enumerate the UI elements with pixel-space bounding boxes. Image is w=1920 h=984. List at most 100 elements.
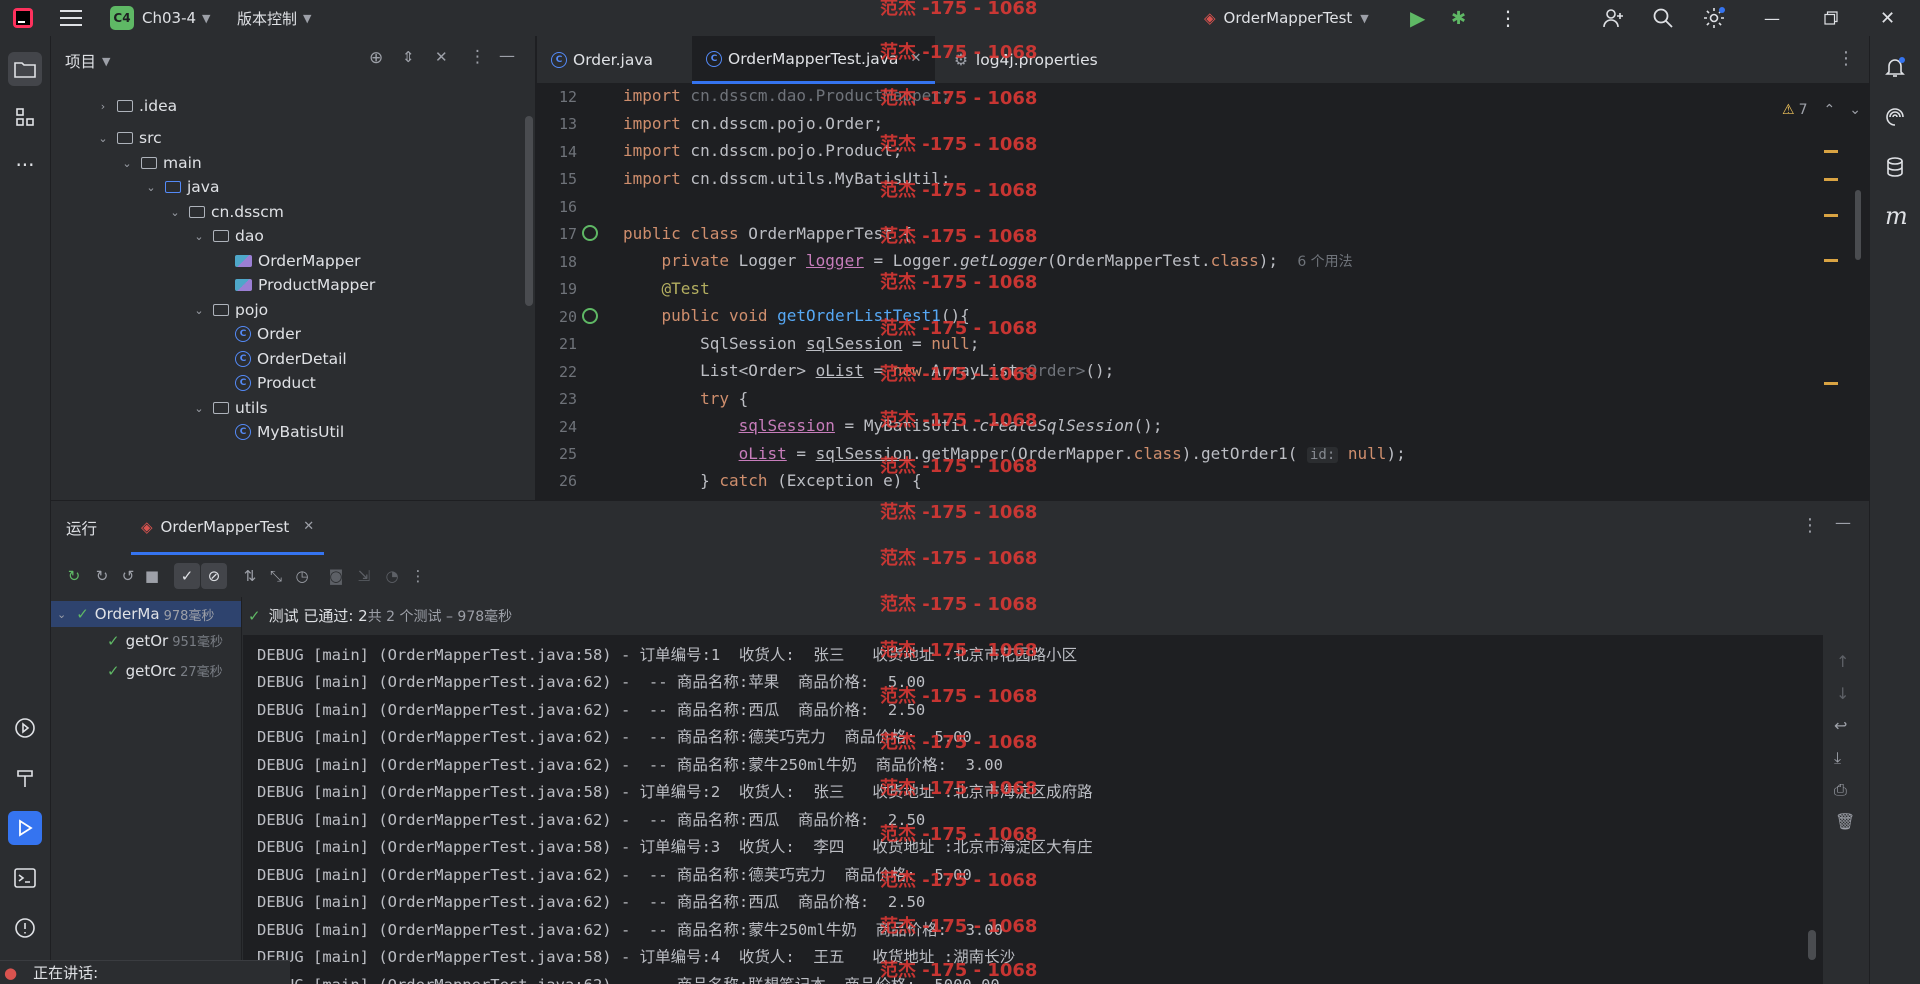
test-row-getorderlisttest1[interactable]: ✓ getOr 951毫秒 (107, 631, 223, 651)
rerun-failed-icon[interactable]: ↻ (89, 563, 115, 589)
test-config-icon: ◈ (141, 517, 153, 536)
rerun-icon[interactable]: ↻ (61, 563, 87, 589)
tree-item-dao[interactable]: ⌄ dao (191, 224, 263, 248)
inspection-widget[interactable]: ⚠ 7 ⌃ ⌄ (1782, 102, 1861, 118)
run-icon[interactable]: ▶ (1410, 0, 1425, 36)
search-icon[interactable] (1652, 0, 1674, 36)
warning-marker[interactable] (1824, 214, 1838, 217)
tree-item-mybatisutil[interactable]: C MyBatisUtil (235, 420, 344, 444)
test-time: 27毫秒 (180, 665, 223, 680)
chevron-down-icon: ▼ (1360, 11, 1369, 25)
notifications-bell-icon[interactable] (1884, 56, 1906, 83)
show-ignored-icon[interactable]: ⊘ (201, 563, 227, 589)
project-folder-icon[interactable] (8, 52, 42, 86)
tab-order-java[interactable]: C Order.java (537, 36, 667, 84)
hide-panel-icon[interactable]: — (499, 46, 515, 65)
tree-item-cn-dsscm[interactable]: ⌄ cn.dsscm (167, 200, 284, 224)
more-run-actions-icon[interactable]: ⋮ (405, 563, 431, 589)
editor-scrollbar[interactable] (1855, 190, 1861, 260)
close-window-icon[interactable]: ✕ (1880, 0, 1895, 36)
stop-icon[interactable]: ■ (139, 563, 165, 589)
project-panel-header[interactable]: 项目 ▼ (65, 50, 110, 72)
watermark-text: 范杰 -175 - 1068 (880, 226, 1038, 247)
history-clock-icon[interactable]: ◷ (289, 563, 315, 589)
passed-check-icon: ✓ (76, 605, 89, 623)
console-line: DEBUG [main] (OrderMapperTest.java:62) -… (257, 756, 1003, 774)
terminal-icon[interactable] (8, 861, 42, 895)
tree-item-product[interactable]: C Product (235, 371, 316, 395)
console-line: DEBUG [main] (OrderMapperTest.java:62) -… (257, 866, 972, 884)
trash-icon[interactable]: 🗑 (1835, 812, 1855, 831)
run-test-gutter-icon[interactable] (582, 225, 598, 241)
watermark-text: 范杰 -175 - 1068 (880, 456, 1038, 477)
maven-icon[interactable]: m (1885, 202, 1908, 230)
tree-item-java[interactable]: ⌄ java (143, 175, 219, 199)
add-user-icon[interactable] (1602, 0, 1624, 36)
tree-item-order[interactable]: C Order (235, 322, 301, 346)
restore-icon[interactable] (1824, 0, 1838, 36)
test-row-getorderlisttest2[interactable]: ✓ getOrc 27毫秒 (107, 661, 223, 681)
minimize-icon[interactable]: — (1764, 0, 1780, 36)
run-config-selector[interactable]: ◈ OrderMapperTest ▼ (1204, 0, 1369, 36)
chevron-down-icon[interactable]: ⌄ (1849, 102, 1861, 118)
build-hammer-icon[interactable] (8, 761, 42, 795)
services-icon[interactable] (8, 711, 42, 745)
app-logo-icon[interactable] (12, 0, 34, 36)
toggle-autotest-icon[interactable]: ↺ (115, 563, 141, 589)
tab-run-ordermappertest[interactable]: ◈ OrderMapperTest ✕ (131, 501, 325, 555)
options-icon[interactable]: ⋮ (469, 47, 486, 67)
export-icon[interactable]: ⇲ (351, 563, 377, 589)
tree-item-orderdetail[interactable]: C OrderDetail (235, 347, 347, 371)
run-tool-icon[interactable] (8, 811, 42, 845)
console-scrollbar[interactable] (1808, 930, 1816, 960)
test-root-row[interactable]: ⌄ ✓ OrderMa 978毫秒 (51, 601, 241, 627)
warning-marker[interactable] (1824, 178, 1838, 181)
tree-item-src[interactable]: ⌄ src (95, 126, 161, 150)
chevron-up-icon[interactable]: ⌃ (1823, 102, 1835, 118)
project-scrollbar[interactable] (525, 116, 533, 306)
collapse-icon[interactable]: ⤡ (263, 563, 289, 589)
ai-assistant-icon[interactable] (1884, 106, 1906, 133)
show-passed-icon[interactable]: ✓ (174, 563, 200, 589)
tree-item-ordermapper[interactable]: OrderMapper (235, 249, 361, 273)
database-icon[interactable] (1884, 156, 1906, 182)
main-menu-icon[interactable] (60, 0, 82, 36)
warning-marker[interactable] (1824, 150, 1838, 153)
camera-icon[interactable]: ◙ (323, 563, 349, 589)
coverage-icon[interactable]: ◔ (379, 563, 405, 589)
soft-wrap-icon[interactable]: ↩ (1834, 716, 1847, 735)
passed-check-icon: ✓ (107, 631, 120, 650)
speaking-label: 正在讲话: (33, 964, 99, 982)
project-switcher[interactable]: C4 Ch03-4 ▼ (110, 0, 211, 36)
scroll-down-icon[interactable]: ↓ (1836, 684, 1849, 703)
line-number: 23 (558, 390, 577, 408)
tree-item-productmapper[interactable]: ProductMapper (235, 273, 375, 297)
tree-item-idea[interactable]: › .idea (95, 94, 177, 118)
more-tools-icon[interactable]: ··· (8, 148, 42, 182)
run-test-gutter-icon[interactable] (582, 308, 598, 324)
vcs-menu[interactable]: 版本控制 ▼ (237, 0, 311, 36)
warning-marker[interactable] (1824, 382, 1838, 385)
warning-marker[interactable] (1824, 259, 1838, 262)
structure-icon[interactable] (8, 100, 42, 134)
tree-item-main[interactable]: ⌄ main (119, 151, 201, 175)
hide-run-panel-icon[interactable]: — (1835, 513, 1851, 532)
run-panel-options-icon[interactable]: ⋮ (1801, 515, 1819, 536)
expand-all-icon[interactable]: ⇕ (402, 48, 415, 66)
tree-item-utils[interactable]: ⌄ utils (191, 396, 267, 420)
problems-icon[interactable] (8, 911, 42, 945)
locate-icon[interactable]: ⊕ (369, 48, 383, 68)
tab-options-icon[interactable]: ⋮ (1837, 48, 1855, 69)
collapse-all-icon[interactable]: ✕ (435, 48, 448, 66)
watermark-text: 范杰 -175 - 1068 (880, 134, 1038, 155)
tree-item-pojo[interactable]: ⌄ pojo (191, 298, 268, 322)
close-tab-icon[interactable]: ✕ (303, 519, 314, 534)
debug-icon[interactable]: ✱ (1451, 0, 1466, 36)
more-actions-icon[interactable]: ⋮ (1498, 0, 1518, 36)
scroll-to-end-icon[interactable]: ⤓ (1834, 748, 1841, 768)
sort-icon[interactable]: ⇅ (237, 563, 263, 589)
usage-hint[interactable]: 6 个用法 (1297, 254, 1352, 270)
settings-gear-icon[interactable] (1702, 0, 1726, 36)
print-icon[interactable]: ⎙ (1834, 780, 1847, 800)
scroll-up-icon[interactable]: ↑ (1836, 652, 1849, 671)
